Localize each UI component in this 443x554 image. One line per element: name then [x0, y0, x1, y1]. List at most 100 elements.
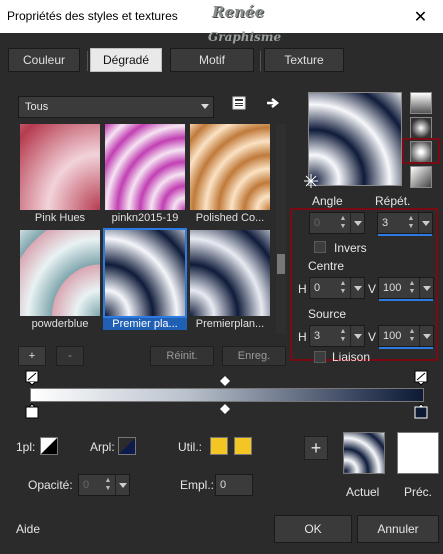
source-v-label: V: [368, 330, 377, 344]
spinner-arrows-icon[interactable]: ▲ ▼: [407, 280, 417, 296]
source-h-field[interactable]: 3 ▲ ▼: [309, 325, 365, 347]
thumbnail-polished-copper[interactable]: [190, 124, 270, 210]
rectangular-style-button[interactable]: [410, 117, 432, 139]
highlight-box: [402, 138, 440, 164]
color-stop-right-icon[interactable]: [414, 403, 428, 419]
center-h-label: H: [298, 282, 307, 296]
focus-underline: [379, 347, 433, 349]
spinner-arrows-icon[interactable]: ▲ ▼: [407, 328, 417, 344]
center-crosshair-icon[interactable]: [304, 174, 318, 188]
foreground-swatch[interactable]: [40, 437, 58, 455]
center-v-label: V: [368, 282, 377, 296]
used-color-label: Util.:: [178, 440, 202, 454]
thumbnail-premierplan-2[interactable]: [190, 230, 270, 316]
spinner-arrows-icon[interactable]: ▲ ▼: [338, 215, 348, 231]
invert-checkbox[interactable]: [314, 241, 326, 253]
add-gradient-button[interactable]: +: [18, 346, 46, 366]
used-color-swatch-2[interactable]: [234, 437, 252, 455]
close-icon[interactable]: ✕: [398, 0, 443, 33]
color-midpoint-icon[interactable]: [220, 404, 230, 414]
category-value: Tous: [25, 101, 49, 113]
arrow-right-icon[interactable]: [264, 94, 282, 112]
center-v-value: 100: [383, 282, 402, 294]
link-label: Liaison: [332, 350, 371, 364]
focus-underline: [379, 299, 433, 301]
gradient-library: Pink Hues pinkn2015-19 Polished Co... po…: [20, 124, 270, 332]
repeat-value: 3: [382, 217, 389, 229]
chevron-down-icon[interactable]: [350, 213, 364, 233]
tab-motif[interactable]: Motif: [170, 48, 254, 72]
source-label: Source: [308, 307, 347, 321]
location-field[interactable]: 0: [215, 474, 253, 496]
opacity-field[interactable]: 0 ▲ ▼: [78, 474, 130, 496]
ok-button[interactable]: OK: [274, 515, 352, 543]
current-swatch[interactable]: [343, 432, 385, 474]
chevron-down-icon[interactable]: [419, 326, 433, 346]
link-checkbox[interactable]: [314, 351, 326, 363]
cancel-button[interactable]: Annuler: [357, 515, 439, 543]
gradient-bar[interactable]: [30, 388, 424, 402]
gradient-editor-icon[interactable]: [230, 94, 248, 112]
tab-couleur[interactable]: Couleur: [8, 48, 80, 72]
thumbnail-powderblue[interactable]: [20, 230, 100, 316]
used-color-swatch-1[interactable]: [210, 437, 228, 455]
thumbnail-label-selected: Premier pla...: [103, 318, 187, 330]
center-v-field[interactable]: 100 ▲ ▼: [378, 277, 434, 301]
chevron-down-icon[interactable]: [350, 278, 364, 298]
angle-field[interactable]: 0 ▲ ▼: [309, 212, 365, 234]
spinner-arrows-icon[interactable]: ▲ ▼: [338, 328, 348, 344]
reset-button[interactable]: Réinit.: [150, 346, 214, 366]
spinner-arrows-icon[interactable]: ▲ ▼: [103, 477, 113, 493]
tab-degrade[interactable]: Dégradé: [90, 48, 162, 72]
radial-style-button[interactable]: [410, 166, 432, 188]
help-link[interactable]: Aide: [16, 522, 40, 536]
library-scrollbar[interactable]: [276, 124, 286, 334]
repeat-label: Répét.: [375, 194, 411, 208]
category-dropdown[interactable]: Tous: [18, 96, 214, 118]
thumbnail-pinkn2015-19[interactable]: [105, 124, 185, 210]
opacity-label: Opacité:: [28, 478, 73, 492]
scrollbar-thumb[interactable]: [277, 254, 285, 274]
color-stop-left-icon[interactable]: [25, 403, 39, 419]
previous-swatch[interactable]: [397, 432, 439, 474]
watermark-line2: Graphisme: [208, 30, 282, 44]
source-v-field[interactable]: 100 ▲ ▼: [378, 325, 434, 349]
previous-label: Préc.: [404, 485, 433, 499]
opacity-midpoint-icon[interactable]: [220, 376, 230, 386]
window-title: Propriétés des styles et textures: [7, 9, 178, 23]
opacity-stop-right-icon[interactable]: [414, 370, 428, 386]
thumbnail-label: powderblue: [31, 318, 89, 330]
chevron-down-icon[interactable]: [115, 475, 129, 495]
tab-texture[interactable]: Texture: [264, 48, 344, 72]
linear-style-button[interactable]: [410, 92, 432, 114]
center-h-field[interactable]: 0 ▲ ▼: [309, 277, 365, 299]
center-h-value: 0: [314, 282, 321, 294]
source-h-label: H: [298, 330, 307, 344]
chevron-down-icon[interactable]: [350, 326, 364, 346]
angle-label: Angle: [312, 194, 343, 208]
opacity-stop-left-icon[interactable]: [25, 370, 39, 386]
center-label: Centre: [308, 259, 345, 273]
background-swatch[interactable]: [118, 437, 136, 455]
source-h-value: 3: [314, 330, 321, 342]
save-gradient-button[interactable]: Enreg.: [222, 346, 286, 366]
angle-value: 0: [314, 217, 321, 229]
focus-underline: [378, 234, 432, 236]
thumbnail-label: pinkn2015-19: [111, 212, 179, 224]
chevron-down-icon[interactable]: [418, 213, 432, 233]
thumbnail-label: Pink Hues: [34, 212, 86, 224]
gradient-preview[interactable]: [308, 92, 402, 186]
chevron-down-icon[interactable]: [419, 278, 433, 298]
spinner-arrows-icon[interactable]: ▲ ▼: [338, 280, 348, 296]
remove-gradient-button[interactable]: -: [56, 346, 84, 366]
watermark-logo: Renée Graphisme: [208, 2, 298, 46]
thumbnail-label: Premierplan...: [195, 318, 265, 330]
repeat-field[interactable]: 3 ▲ ▼: [377, 212, 433, 236]
spinner-arrows-icon[interactable]: ▲ ▼: [406, 215, 416, 231]
watermark-line1: Renée: [212, 3, 265, 21]
thumbnail-pink-hues[interactable]: [20, 124, 100, 210]
tab-separator: [260, 51, 261, 71]
add-swatch-button[interactable]: +: [304, 436, 328, 460]
current-label: Actuel: [346, 485, 380, 499]
thumbnail-premier-plan[interactable]: [103, 228, 187, 318]
